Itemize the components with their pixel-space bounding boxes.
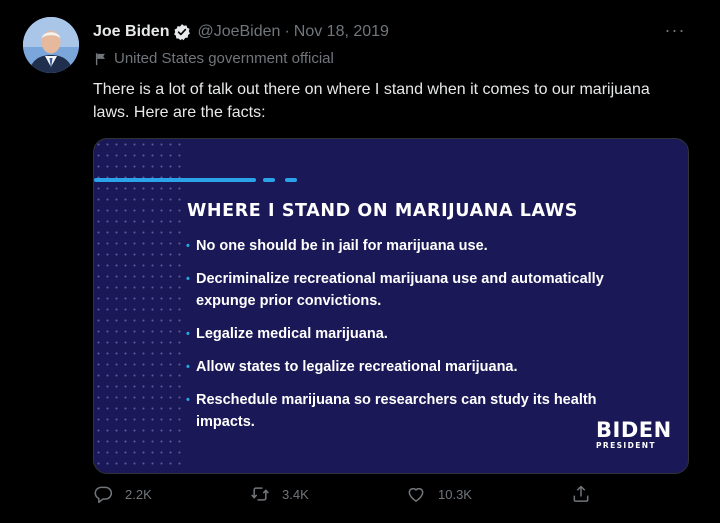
tweet-header: Joe Biden @JoeBiden · Nov 18, 2019 (93, 20, 389, 44)
heart-icon (408, 487, 424, 502)
retweet-count: 3.4K (282, 486, 309, 502)
avatar[interactable] (23, 17, 79, 73)
more-options-icon[interactable]: ··· (664, 21, 686, 42)
like-count: 10.3K (438, 486, 472, 502)
share-icon (573, 485, 589, 502)
accent-bar (94, 178, 256, 182)
accent-dash (285, 178, 297, 182)
reply-button[interactable]: 2.2K (93, 484, 152, 504)
flag-icon (95, 52, 105, 65)
avatar-photo (23, 17, 79, 73)
separator-dot: · (284, 23, 290, 40)
tweet-image[interactable]: WHERE I STAND ON MARIJUANA LAWS No one s… (93, 138, 689, 474)
accent-dash (263, 178, 275, 182)
author-name[interactable]: Joe Biden (93, 23, 169, 41)
tweet-actions: 2.2K 3.4K 10.3K (93, 484, 613, 510)
tweet-text: There is a lot of talk out there on wher… (93, 81, 650, 121)
logo-subtitle: PRESIDENT (596, 441, 656, 450)
position-item: Legalize medical marijuana. (186, 323, 607, 345)
reply-count: 2.2K (125, 486, 152, 502)
dot-pattern (94, 139, 184, 473)
position-item: Allow states to legalize recreational ma… (186, 356, 607, 378)
position-item: Decriminalize recreational marijuana use… (186, 268, 607, 312)
verified-badge-icon (173, 23, 191, 41)
tweet[interactable]: Joe Biden @JoeBiden · Nov 18, 2019 ··· U… (0, 0, 720, 523)
position-item: No one should be in jail for marijuana u… (186, 235, 607, 257)
position-item: Reschedule marijuana so researchers can … (186, 389, 607, 433)
share-button[interactable] (571, 484, 603, 504)
account-label: United States government official (94, 50, 334, 67)
like-button[interactable]: 10.3K (406, 484, 472, 504)
author-handle[interactable]: @JoeBiden (197, 23, 280, 41)
tweet-date[interactable]: Nov 18, 2019 (294, 23, 389, 41)
retweet-button[interactable]: 3.4K (250, 484, 309, 504)
account-label-text: United States government official (114, 50, 334, 67)
biden-president-logo: BIDEN PRESIDENT (596, 418, 672, 451)
logo-word: BIDEN (596, 418, 672, 442)
position-list: No one should be in jail for marijuana u… (186, 235, 607, 444)
reply-icon (94, 486, 113, 504)
retweet-icon (251, 487, 269, 501)
card-title: WHERE I STAND ON MARIJUANA LAWS (187, 201, 579, 221)
